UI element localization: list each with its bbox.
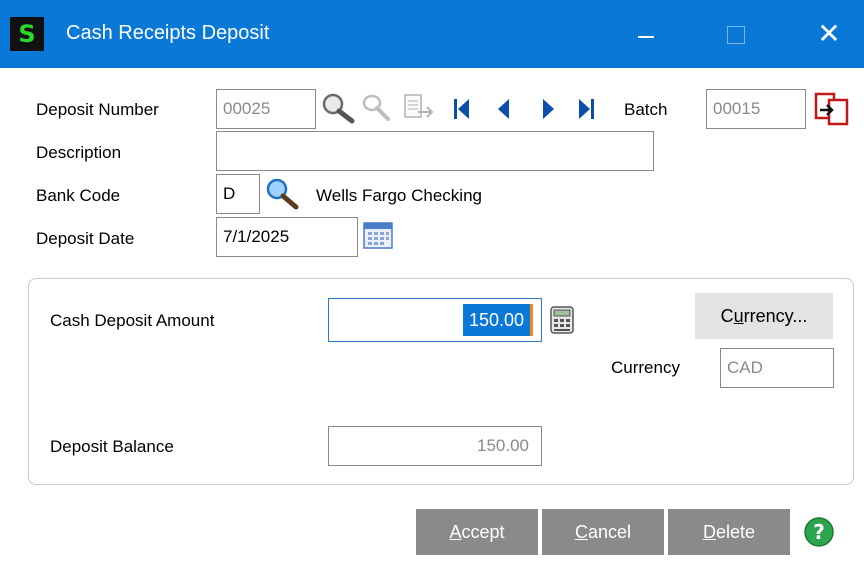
cash-deposit-amount-field[interactable]: 150.00 (328, 298, 542, 342)
delete-button-accel: D (702, 522, 716, 542)
previous-record-icon[interactable] (494, 95, 514, 123)
accept-button[interactable]: Accept (416, 509, 538, 555)
currency-button-accel: u (733, 306, 744, 326)
batch-label: Batch (624, 100, 668, 119)
search-icon[interactable] (264, 176, 300, 210)
deposit-balance-field: 150.00 (328, 426, 542, 466)
description-label: Description (36, 143, 122, 162)
cash-deposit-amount-label: Cash Deposit Amount (50, 311, 215, 330)
deposit-number-field[interactable]: 00025 (216, 89, 316, 129)
bank-code-label: Bank Code (36, 186, 121, 205)
description-field[interactable] (216, 131, 654, 171)
currency-button-label-end: rrency... (743, 306, 808, 326)
zoom-icon[interactable] (360, 92, 392, 124)
bank-name: Wells Fargo Checking (316, 186, 482, 205)
accept-button-accel: A (449, 522, 462, 542)
title-bar: S Cash Receipts Deposit ✕ (0, 0, 864, 68)
bank-code-field[interactable]: D (216, 174, 260, 214)
deposit-balance-label: Deposit Balance (50, 437, 174, 456)
delete-button[interactable]: Delete (668, 509, 790, 555)
minimize-button[interactable] (610, 0, 680, 68)
currency-button-label-start: C (720, 306, 734, 326)
cancel-button-accel: C (574, 522, 588, 542)
last-record-icon[interactable] (576, 95, 596, 123)
help-glyph: ? (813, 520, 825, 544)
deposit-number-label: Deposit Number (36, 100, 159, 119)
accept-button-label: ccept (461, 522, 505, 542)
next-record-icon[interactable] (538, 95, 558, 123)
cash-deposit-amount-value: 150.00 (462, 304, 533, 336)
delete-button-label: elete (715, 522, 756, 542)
currency-button[interactable]: Currency... (695, 293, 833, 339)
app-icon: S (10, 17, 44, 51)
window-title: Cash Receipts Deposit (66, 22, 270, 44)
cancel-button[interactable]: Cancel (542, 509, 664, 555)
merge-icon[interactable] (402, 92, 436, 124)
help-icon[interactable]: ? (803, 516, 835, 548)
maximize-button[interactable] (700, 0, 770, 68)
batch-field[interactable]: 00015 (706, 89, 806, 129)
search-icon[interactable] (320, 92, 356, 124)
first-record-icon[interactable] (452, 95, 472, 123)
cancel-button-label: ancel (587, 522, 632, 542)
deposit-date-field[interactable]: 7/1/2025 (216, 217, 358, 257)
copy-from-icon[interactable] (812, 91, 852, 127)
deposit-date-label: Deposit Date (36, 229, 135, 248)
close-button[interactable]: ✕ (794, 0, 864, 68)
calendar-icon[interactable] (362, 220, 394, 250)
currency-field[interactable]: CAD (720, 348, 834, 388)
currency-label: Currency (611, 358, 680, 377)
calculator-icon[interactable] (549, 305, 575, 335)
